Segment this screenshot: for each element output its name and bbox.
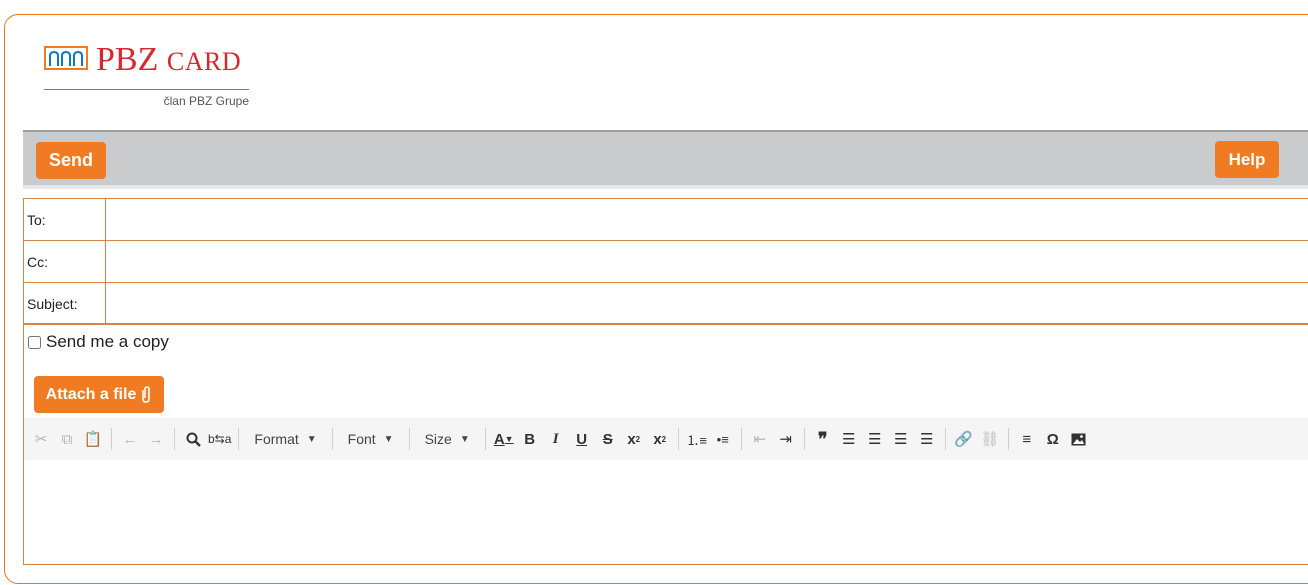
chevron-down-icon: ▼ [383,433,394,445]
compose-fields: To: Cc: Subject: [23,198,1308,325]
unlink-icon[interactable]: ⛓ [979,427,1001,451]
send-copy-label: Send me a copy [46,332,169,351]
chevron-down-icon: ▼ [459,433,470,445]
toolbar-separator [174,428,175,450]
help-button[interactable]: Help [1215,141,1279,178]
font-combo[interactable]: Font ▼ [340,427,402,451]
justify-icon[interactable]: ☰ [916,427,938,451]
align-center-icon[interactable]: ☰ [864,427,886,451]
align-left-icon[interactable]: ☰ [838,427,860,451]
size-combo[interactable]: Size ▼ [417,427,478,451]
horizontal-rule-icon[interactable]: ≡ [1016,427,1038,451]
message-body-box: Send me a copy Attach a file ✂ ⧉ 📋 ← → b… [23,323,1308,565]
attach-file-button[interactable]: Attach a file [34,376,164,413]
subscript-icon[interactable]: x2 [623,427,645,451]
cc-cell [105,240,1308,283]
toolbar-separator [238,428,240,450]
subject-input[interactable] [106,283,1308,324]
format-combo-label: Format [254,431,299,447]
paperclip-icon [142,385,151,403]
to-cell [105,198,1308,241]
subject-row: Subject: [23,282,1308,325]
toolbar-shadow [23,185,1308,189]
cut-icon[interactable]: ✂ [30,427,52,451]
editor-toolbar: ✂ ⧉ 📋 ← → b⇆a Format ▼ Font ▼ Size ▼ A ▼ B I… [24,418,1308,460]
toolbar-separator [803,428,805,450]
text-color-icon[interactable]: A ▼ [493,427,515,451]
size-combo-label: Size [424,431,452,447]
format-combo[interactable]: Format ▼ [246,427,324,451]
toolbar-separator [944,428,946,450]
blockquote-icon[interactable]: ❞ [812,427,834,451]
italic-icon[interactable]: I [545,427,567,451]
special-char-icon[interactable]: Ω [1042,427,1064,451]
toolbar-separator [677,428,679,450]
send-button[interactable]: Send [36,142,106,179]
toolbar-separator [1007,428,1009,450]
subject-cell [105,282,1308,325]
message-editor-area[interactable] [24,460,1308,564]
numbered-list-icon[interactable]: ⒈≡ [686,427,708,451]
action-toolbar: Send Help [23,130,1308,185]
paste-icon[interactable]: 📋 [82,427,104,451]
undo-icon[interactable]: ← [119,427,141,451]
to-label: To: [23,198,106,241]
logo-divider [44,89,249,90]
align-right-icon[interactable]: ☰ [890,427,912,451]
to-row: To: [23,198,1308,241]
send-copy-option[interactable]: Send me a copy [28,332,169,352]
bulleted-list-icon[interactable]: •≡ [712,427,734,451]
logo-subtitle: član PBZ Grupe [163,94,249,108]
indent-icon[interactable]: ⇥ [775,427,797,451]
cc-row: Cc: [23,240,1308,283]
logo-brand-name: PBZ [96,41,159,78]
toolbar-separator [484,428,486,450]
toolbar-separator [111,428,112,450]
toolbar-separator [740,428,742,450]
cc-input[interactable] [106,241,1308,282]
chevron-down-icon: ▼ [306,433,317,445]
font-combo-label: Font [347,431,376,447]
replace-icon[interactable]: b⇆a [208,427,231,451]
superscript-icon[interactable]: x2 [649,427,671,451]
logo-brand-suffix: CARD [166,47,242,76]
strikethrough-icon[interactable]: S [597,427,619,451]
redo-icon[interactable]: → [145,427,167,451]
bold-icon[interactable]: B [519,427,541,451]
toolbar-separator [331,428,333,450]
logo: PBZ CARD član PBZ Grupe [44,40,249,112]
send-copy-checkbox[interactable] [28,335,41,349]
logo-brand: PBZ CARD [96,40,241,82]
link-icon[interactable]: 🔗 [953,427,975,451]
attach-file-label: Attach a file [45,385,137,403]
find-icon[interactable] [182,427,204,451]
toolbar-separator [408,428,410,450]
pbz-logo-mark-icon [44,46,88,70]
image-icon[interactable] [1068,427,1090,451]
cc-label: Cc: [23,240,106,283]
subject-label: Subject: [23,282,106,325]
to-input[interactable] [106,199,1308,240]
underline-icon[interactable]: U [571,427,593,451]
outdent-icon[interactable]: ⇤ [749,427,771,451]
copy-icon[interactable]: ⧉ [56,427,78,451]
